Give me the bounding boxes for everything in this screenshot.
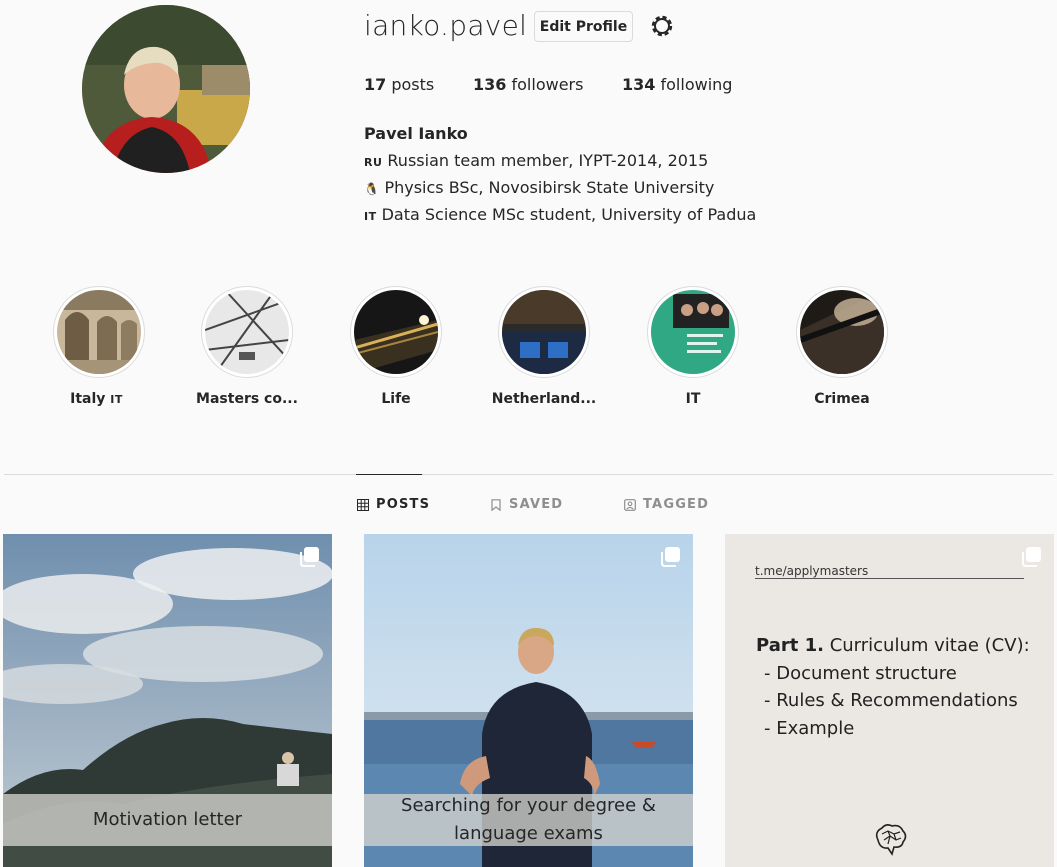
- highlight-label: Masters co...: [196, 391, 298, 407]
- highlight-label: Netherland...: [491, 391, 597, 407]
- full-name: Pavel Ianko: [364, 124, 468, 143]
- followers-label: followers: [511, 75, 584, 94]
- multiple-photos-icon: [1022, 547, 1041, 567]
- post-caption-band: Searching for your degree & language exa…: [364, 794, 693, 846]
- penguin-icon: 🐧: [364, 182, 380, 196]
- posts-count: 17 posts: [364, 75, 434, 94]
- highlight-cover-image: [354, 290, 438, 374]
- bio-text: Physics BSc, Novosibirsk State Universit…: [384, 178, 715, 197]
- multiple-photos-icon: [300, 547, 319, 567]
- active-tab-indicator: [356, 474, 422, 475]
- tabs-divider: [4, 474, 1053, 475]
- post-tile[interactable]: Motivation letter: [3, 534, 332, 867]
- posts-count-value: 17: [364, 75, 387, 94]
- highlight-netherlands[interactable]: Netherland...: [470, 286, 618, 407]
- followers-link[interactable]: 136 followers: [473, 75, 583, 94]
- tab-label: POSTS: [376, 497, 431, 512]
- edit-profile-button[interactable]: Edit Profile: [534, 11, 633, 42]
- tab-label: TAGGED: [643, 497, 710, 512]
- following-link[interactable]: 134 following: [622, 75, 732, 94]
- tag-user-icon: [624, 498, 636, 511]
- highlight-italy[interactable]: Italy IT: [25, 286, 173, 407]
- post-text: Part 1. Curriculum vitae (CV): - Documen…: [756, 632, 1030, 742]
- post-caption: Motivation letter: [92, 809, 243, 830]
- tab-label: SAVED: [509, 497, 564, 512]
- italy-flag-icon: IT: [110, 393, 123, 406]
- post-list-item: - Rules & Recommendations: [764, 690, 1018, 711]
- post-list-item: - Example: [764, 717, 855, 739]
- russia-flag-icon: RU: [364, 156, 383, 169]
- highlight-label: Life: [381, 391, 411, 407]
- highlight-life[interactable]: Life: [322, 286, 470, 407]
- tab-posts[interactable]: POSTS: [357, 497, 430, 512]
- bio-text: Russian team member, IYPT-2014, 2015: [387, 151, 709, 170]
- multiple-photos-icon: [661, 547, 680, 567]
- settings-gear-icon[interactable]: [648, 12, 676, 40]
- post-part-label: Part 1.: [756, 635, 824, 656]
- bio-line: IT Data Science MSc student, University o…: [364, 205, 756, 224]
- tab-saved[interactable]: SAVED: [490, 497, 563, 512]
- profile-avatar[interactable]: [82, 5, 250, 173]
- highlight-cover-image: [651, 290, 735, 374]
- post-caption-band: Motivation letter: [3, 794, 332, 846]
- highlight-masters[interactable]: Masters co...: [173, 286, 321, 407]
- grid-icon: [357, 498, 369, 511]
- post-part-title: Curriculum vitae (CV):: [823, 635, 1030, 656]
- post-caption-line: language exams: [454, 823, 603, 844]
- italy-flag-icon: IT: [364, 210, 377, 223]
- post-tile[interactable]: Searching for your degree & language exa…: [364, 534, 693, 867]
- bio-text: Data Science MSc student, University of …: [381, 205, 757, 224]
- highlight-cover-image: [205, 290, 289, 374]
- followers-count-value: 136: [473, 75, 507, 94]
- post-divider: [755, 578, 1024, 579]
- highlight-cover-image: [800, 290, 884, 374]
- highlight-cover-image: [502, 290, 586, 374]
- posts-count-label: posts: [391, 75, 435, 94]
- following-count-value: 134: [622, 75, 656, 94]
- highlight-it[interactable]: IT: [619, 286, 767, 407]
- highlight-cover-image: [57, 290, 141, 374]
- highlight-crimea[interactable]: Crimea: [768, 286, 916, 407]
- post-tile[interactable]: t.me/applymasters Part 1. Curriculum vit…: [725, 534, 1054, 867]
- brain-logo-icon: [875, 824, 907, 856]
- following-label: following: [660, 75, 733, 94]
- username: ianko.pavel: [364, 9, 528, 42]
- post-url: t.me/applymasters: [755, 564, 869, 578]
- highlight-label: Italy: [70, 391, 106, 407]
- highlight-label: Crimea: [814, 391, 870, 407]
- post-caption-line: Searching for your degree &: [401, 795, 656, 816]
- post-list-item: - Document structure: [764, 662, 957, 684]
- highlight-label: IT: [685, 391, 701, 407]
- bio-line: 🐧 Physics BSc, Novosibirsk State Universi…: [364, 178, 714, 197]
- tab-tagged[interactable]: TAGGED: [624, 497, 709, 512]
- bio-line: RU Russian team member, IYPT-2014, 2015: [364, 151, 708, 170]
- bookmark-icon: [491, 498, 501, 511]
